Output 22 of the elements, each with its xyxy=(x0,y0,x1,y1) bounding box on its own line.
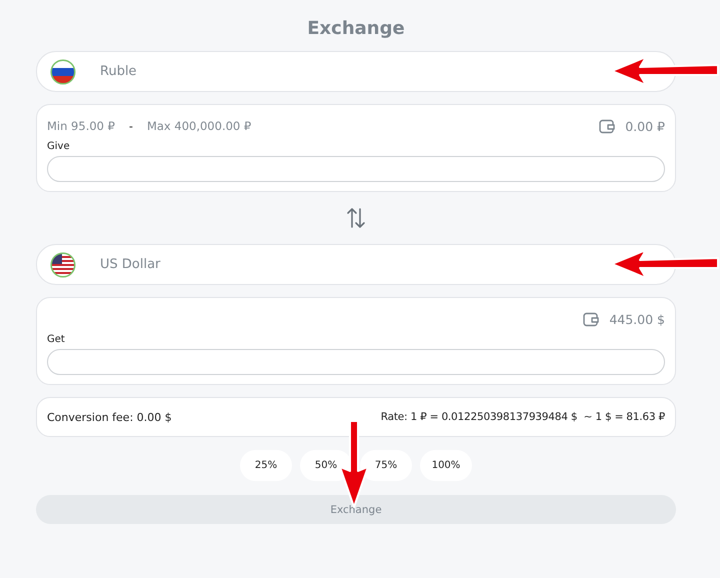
wallet-icon xyxy=(583,312,600,326)
balance: 0.00 ₽ xyxy=(625,118,665,134)
wallet-icon xyxy=(599,118,616,134)
percent-button[interactable]: 25% xyxy=(240,450,292,481)
field-label: Get xyxy=(47,334,66,345)
percent-button[interactable]: 75% xyxy=(360,450,412,481)
percent-button[interactable]: 100% xyxy=(420,450,472,481)
balance: 445.00 $ xyxy=(609,312,665,326)
amount-field[interactable] xyxy=(47,349,665,375)
conversion-fee: Conversion fee: 0.00 $ xyxy=(47,410,172,424)
separator: - xyxy=(128,120,133,132)
field-label: Give xyxy=(47,141,71,152)
currency-select[interactable]: Ruble xyxy=(36,51,676,92)
page-title: Exchange xyxy=(306,18,406,39)
min-limit: Min 95.00 ₽ xyxy=(47,119,115,133)
max-limit: Max 400,000.00 ₽ xyxy=(146,119,252,133)
swap-icon[interactable] xyxy=(346,207,366,229)
exchange-rate: Rate: 1 ₽ = 0.012250398137939484 $ ~ 1 $ = 81.63 ₽ xyxy=(380,411,665,423)
flag-icon xyxy=(50,58,76,84)
currency-select[interactable]: US Dollar xyxy=(36,244,676,285)
flag-icon xyxy=(50,252,76,278)
amount-field[interactable] xyxy=(47,156,665,182)
